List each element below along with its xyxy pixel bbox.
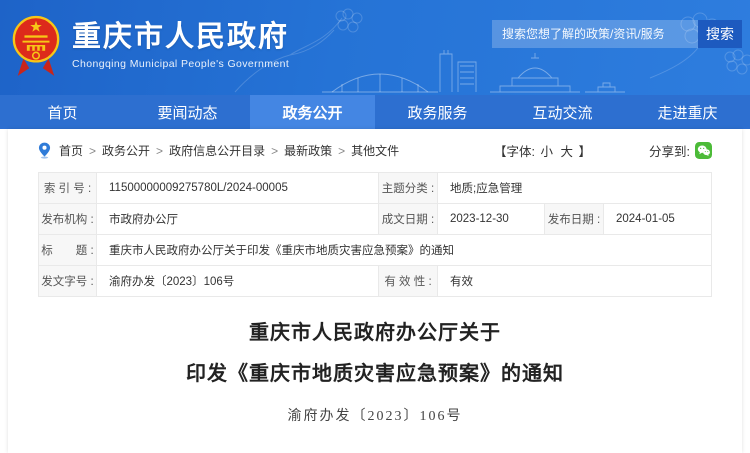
meta-value-publish-date: 2024-01-05 bbox=[604, 204, 712, 235]
font-larger-button[interactable]: 大 bbox=[561, 145, 574, 159]
share-label: 分享到: bbox=[649, 141, 690, 160]
meta-value-issuer: 市政府办公厅 bbox=[97, 204, 379, 235]
meta-value-doc-number: 渝府办发〔2023〕106号 bbox=[97, 266, 379, 297]
breadcrumb-separator: > bbox=[89, 144, 96, 158]
breadcrumb-item-home[interactable]: 首页 bbox=[59, 142, 83, 159]
table-row: 索 引 号 : 11500000009275780L/2024-00005 主题… bbox=[39, 173, 712, 204]
site-title: 重庆市人民政府 bbox=[72, 22, 289, 54]
main-nav: 首页 要闻动态 政务公开 政务服务 互动交流 走进重庆 bbox=[0, 95, 750, 129]
breadcrumb-item-other-documents: 其他文件 bbox=[351, 142, 399, 159]
meta-value-written-date: 2023-12-30 bbox=[438, 204, 545, 235]
breadcrumb-item-gov-info[interactable]: 政务公开 bbox=[102, 142, 150, 159]
location-pin-icon bbox=[38, 142, 51, 159]
document-title-line-2: 印发《重庆市地质灾害应急预案》的通知 bbox=[8, 364, 742, 384]
page: 重庆市人民政府 Chongqing Municipal People's Gov… bbox=[0, 0, 750, 453]
nav-item-about-chongqing[interactable]: 走进重庆 bbox=[625, 95, 750, 129]
nav-item-interaction[interactable]: 互动交流 bbox=[500, 95, 625, 129]
meta-label-doc-number: 发文字号 : bbox=[39, 266, 97, 297]
meta-label-written-date: 成文日期 : bbox=[379, 204, 438, 235]
nav-item-gov-info[interactable]: 政务公开 bbox=[250, 95, 375, 129]
search-bar: 搜索 bbox=[492, 20, 742, 48]
meta-value-title: 重庆市人民政府办公厅关于印发《重庆市地质灾害应急预案》的通知 bbox=[97, 235, 712, 266]
skyline-decoration bbox=[320, 50, 630, 95]
meta-label-issuer: 发布机构 : bbox=[39, 204, 97, 235]
font-widget-suffix: 】 bbox=[579, 145, 592, 159]
meta-label-publish-date: 发布日期 : bbox=[545, 204, 604, 235]
meta-label-topic: 主题分类 : bbox=[379, 173, 438, 204]
nav-item-services[interactable]: 政务服务 bbox=[375, 95, 500, 129]
breadcrumb-toolbar-row: 首页 > 政务公开 > 政府信息公开目录 > 最新政策 > 其他文件 【字体: … bbox=[8, 129, 742, 166]
search-button[interactable]: 搜索 bbox=[698, 20, 742, 48]
document-meta-table: 索 引 号 : 11500000009275780L/2024-00005 主题… bbox=[38, 172, 712, 297]
national-emblem-icon bbox=[10, 12, 62, 78]
table-row: 发布机构 : 市政府办公厅 成文日期 : 2023-12-30 发布日期 : 2… bbox=[39, 204, 712, 235]
share-widget: 分享到: bbox=[649, 141, 712, 160]
meta-value-index-no: 11500000009275780L/2024-00005 bbox=[97, 173, 379, 204]
breadcrumb: 首页 > 政务公开 > 政府信息公开目录 > 最新政策 > 其他文件 bbox=[38, 142, 494, 159]
search-input[interactable] bbox=[492, 20, 698, 48]
breadcrumb-item-info-directory[interactable]: 政府信息公开目录 bbox=[169, 142, 265, 159]
meta-value-topic: 地质;应急管理 bbox=[438, 173, 712, 204]
breadcrumb-separator: > bbox=[271, 144, 278, 158]
table-row: 标 题 : 重庆市人民政府办公厅关于印发《重庆市地质灾害应急预案》的通知 bbox=[39, 235, 712, 266]
site-logo[interactable]: 重庆市人民政府 Chongqing Municipal People's Gov… bbox=[10, 12, 289, 78]
breadcrumb-separator: > bbox=[338, 144, 345, 158]
meta-label-index-no: 索 引 号 : bbox=[39, 173, 97, 204]
site-subtitle: Chongqing Municipal People's Government bbox=[72, 58, 289, 70]
font-smaller-button[interactable]: 小 bbox=[541, 145, 554, 159]
document-number: 渝府办发〔2023〕106号 bbox=[8, 405, 742, 425]
site-header: 重庆市人民政府 Chongqing Municipal People's Gov… bbox=[0, 0, 750, 95]
meta-label-title: 标 题 : bbox=[39, 235, 97, 266]
breadcrumb-item-latest-policies[interactable]: 最新政策 bbox=[284, 142, 332, 159]
table-row: 发文字号 : 渝府办发〔2023〕106号 有 效 性 : 有效 bbox=[39, 266, 712, 297]
nav-item-home[interactable]: 首页 bbox=[0, 95, 125, 129]
breadcrumb-separator: > bbox=[156, 144, 163, 158]
wechat-share-icon[interactable] bbox=[695, 142, 712, 159]
document-title-line-1: 重庆市人民政府办公厅关于 bbox=[8, 323, 742, 343]
site-title-block: 重庆市人民政府 Chongqing Municipal People's Gov… bbox=[72, 12, 289, 70]
font-size-widget: 【字体: 小 大 】 bbox=[494, 141, 591, 160]
document-heading: 重庆市人民政府办公厅关于 印发《重庆市地质灾害应急预案》的通知 渝府办发〔202… bbox=[8, 297, 742, 425]
content-panel: 首页 > 政务公开 > 政府信息公开目录 > 最新政策 > 其他文件 【字体: … bbox=[8, 129, 742, 453]
nav-item-news[interactable]: 要闻动态 bbox=[125, 95, 250, 129]
meta-value-validity: 有效 bbox=[438, 266, 712, 297]
meta-label-validity: 有 效 性 : bbox=[379, 266, 438, 297]
font-widget-prefix: 【字体: bbox=[494, 145, 535, 159]
